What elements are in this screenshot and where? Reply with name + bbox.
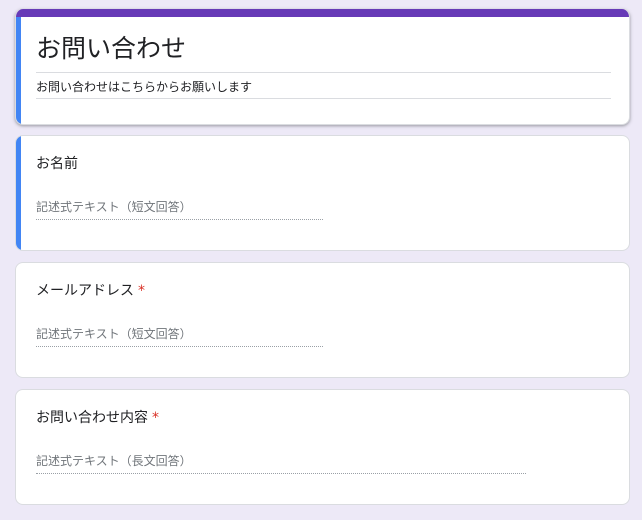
question-card-inquiry[interactable]: お問い合わせ内容 * 記述式テキスト（長文回答） (15, 389, 630, 505)
form-title[interactable]: お問い合わせ (36, 33, 186, 65)
question-title-text: お名前 (36, 156, 78, 172)
question-card-email[interactable]: メールアドレス * 記述式テキスト（短文回答） (15, 262, 630, 378)
selected-accent-bar (16, 136, 21, 250)
question-card-name[interactable]: お名前 記述式テキスト（短文回答） (15, 135, 630, 251)
title-underline (36, 72, 611, 73)
selected-accent-bar (16, 17, 21, 124)
form-description[interactable]: お問い合わせはこちらからお願いします (36, 79, 252, 96)
required-asterisk: * (152, 410, 159, 426)
short-answer-placeholder: 記述式テキスト（短文回答） (36, 199, 323, 220)
question-title: お問い合わせ内容 * (36, 409, 159, 427)
header-color-bar (16, 9, 629, 17)
description-underline (36, 98, 611, 99)
short-answer-placeholder: 記述式テキスト（短文回答） (36, 326, 323, 347)
required-asterisk: * (138, 283, 145, 299)
question-title: お名前 (36, 155, 78, 173)
question-title-text: お問い合わせ内容 (36, 410, 148, 426)
long-answer-placeholder: 記述式テキスト（長文回答） (36, 453, 526, 474)
form-header-card[interactable]: お問い合わせ お問い合わせはこちらからお願いします (15, 9, 630, 125)
question-title: メールアドレス * (36, 282, 145, 300)
question-title-text: メールアドレス (36, 283, 134, 299)
